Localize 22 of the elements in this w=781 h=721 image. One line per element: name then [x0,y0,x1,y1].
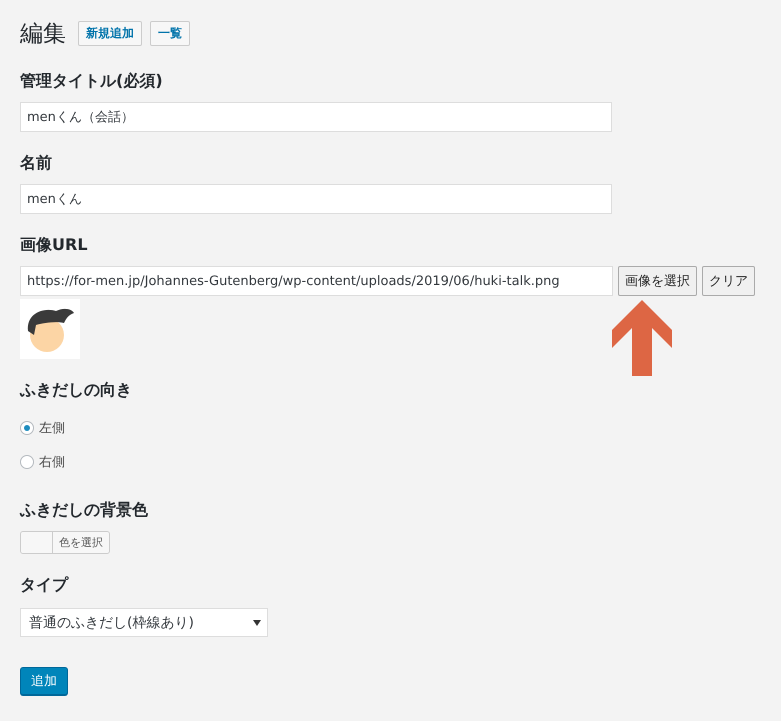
field-label: 名前 [20,152,52,174]
header-button[interactable]: 一覧 [150,20,190,46]
add-button[interactable]: 追加 [20,667,68,695]
input-field[interactable]: menくん（会話） [20,102,612,132]
input-field[interactable]: menくん [20,184,612,214]
field-label: ふきだしの向き [20,379,132,401]
image-button[interactable]: 画像を選択 [618,266,697,296]
type-dropdown[interactable]: 普通のふきだし(枠線あり) [20,608,268,637]
image-button[interactable]: クリア [702,266,755,296]
field-label: 画像URL [20,234,88,256]
radio-button[interactable] [20,421,34,435]
header-button[interactable]: 新規追加 [78,20,142,46]
url-field[interactable]: https://for-men.jp/Johannes-Gutenberg/wp-content/uploads/2019/06/huki-talk.png [20,266,613,296]
field-label: ふきだしの背景色 [20,499,148,521]
radio-button[interactable] [20,455,34,469]
dropdown-arrow-icon [253,620,261,626]
field-label: タイプ [20,574,68,596]
radio-label: 右側 [39,454,65,471]
field-label: 管理タイトル(必須) [20,70,163,92]
arrow-icon [610,298,674,378]
page-title: 編集 [20,20,66,48]
radio-label: 左側 [39,420,65,437]
